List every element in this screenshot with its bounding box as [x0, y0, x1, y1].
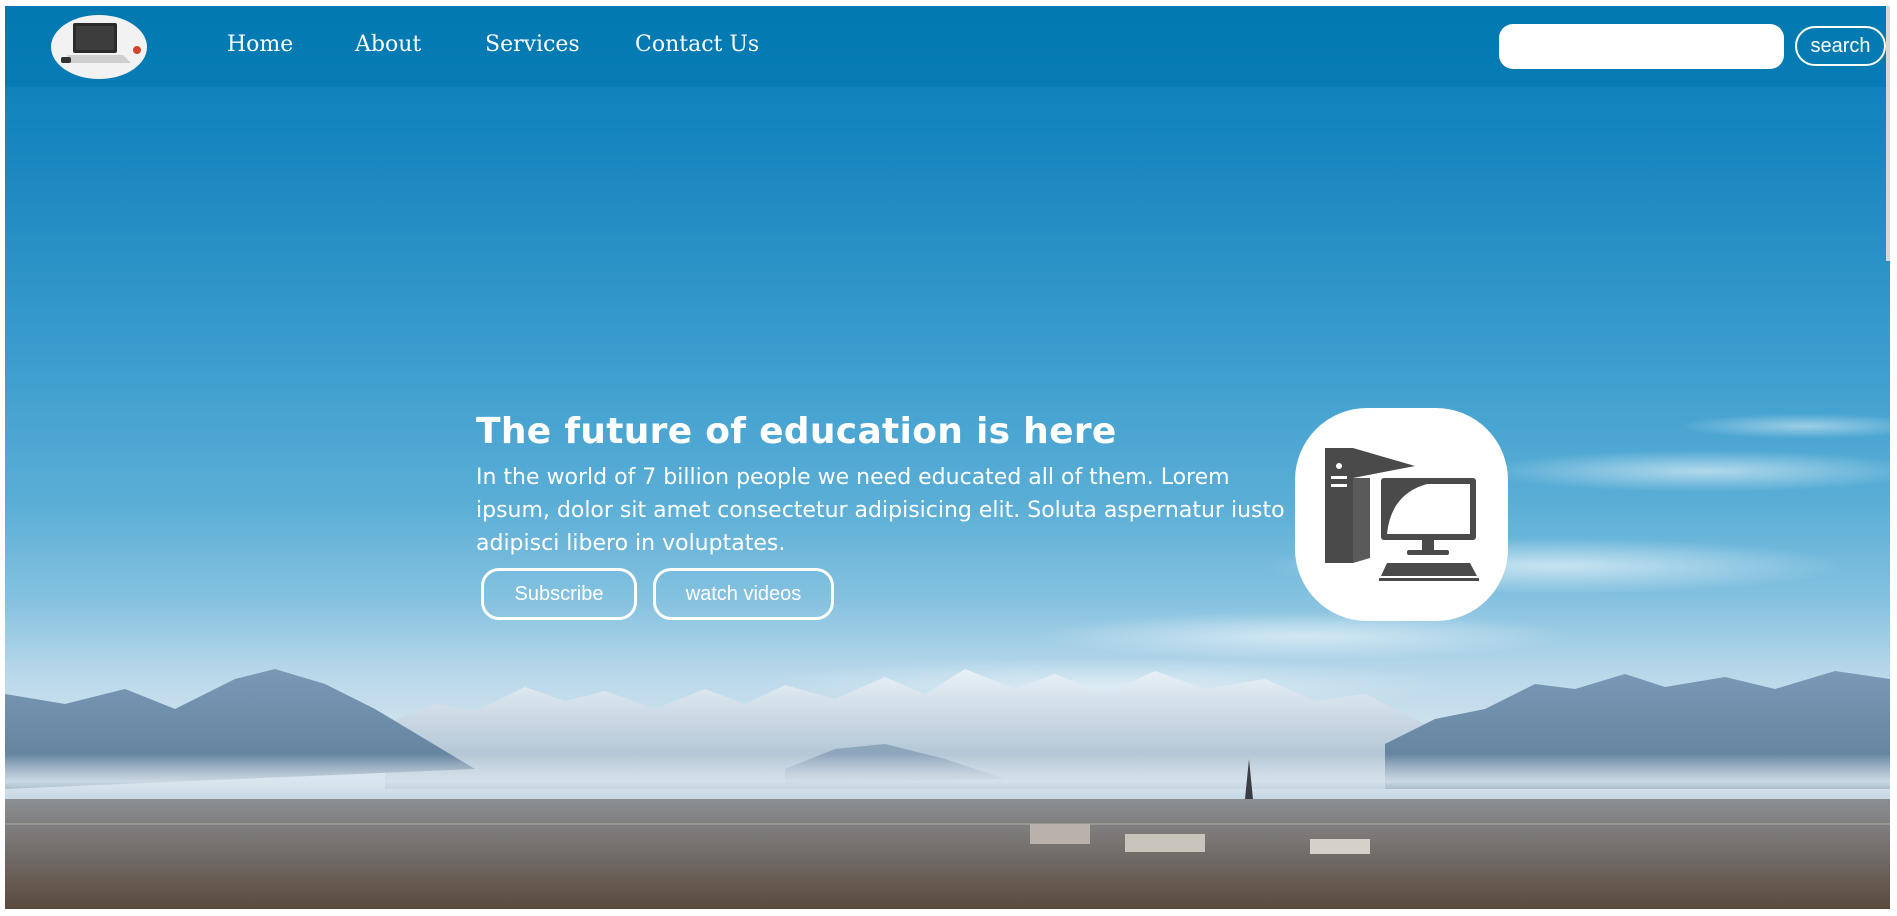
page: Home About Services Contact Us search Th…: [5, 6, 1890, 909]
hero-description: In the world of 7 billion people we need…: [476, 465, 1285, 556]
scrollbar[interactable]: [1886, 6, 1890, 261]
nav-services-link[interactable]: Services: [485, 32, 580, 58]
laptop-logo-icon[interactable]: [51, 15, 147, 79]
search-input[interactable]: [1499, 24, 1784, 69]
watch-videos-button[interactable]: watch videos: [653, 568, 834, 620]
hero-title: The future of education is here: [476, 411, 1117, 452]
desktop-computer-icon: [1295, 408, 1508, 621]
nav-contact-link[interactable]: Contact Us: [635, 32, 759, 58]
mountain-landscape: [5, 669, 1890, 909]
subscribe-button[interactable]: Subscribe: [481, 568, 637, 620]
top-navigation-bar: Home About Services Contact Us search: [5, 6, 1890, 87]
nav-home-link[interactable]: Home: [227, 32, 293, 58]
search-button[interactable]: search: [1795, 26, 1886, 66]
nav-about-link[interactable]: About: [355, 32, 421, 58]
